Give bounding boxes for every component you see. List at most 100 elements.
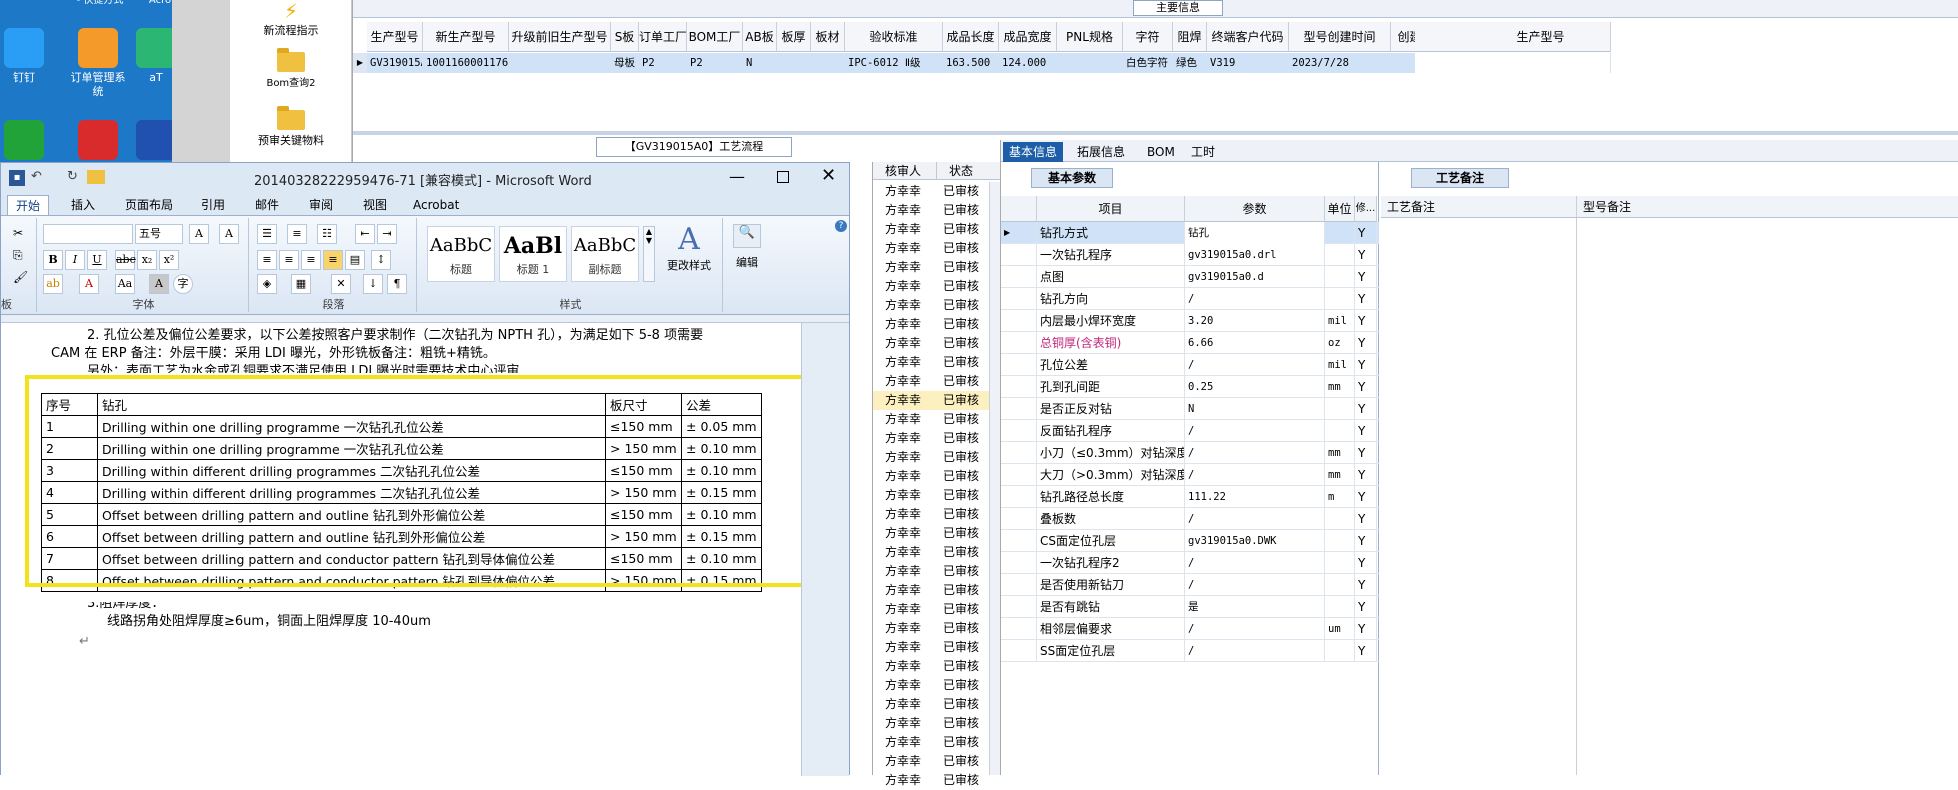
char-shading-icon[interactable]: A: [149, 274, 169, 294]
param-value-header[interactable]: 参数: [1185, 196, 1325, 222]
word-tab[interactable]: 开始: [7, 195, 50, 215]
reviewer-row[interactable]: 方幸幸 已审核: [873, 201, 1001, 220]
reviewer-row[interactable]: 方幸幸 已审核: [873, 334, 1001, 353]
param-cell[interactable]: /: [1185, 420, 1325, 442]
align-left-icon[interactable]: ≡: [257, 250, 277, 270]
param-cell[interactable]: /: [1185, 618, 1325, 640]
main-grid-cell[interactable]: 绿色: [1173, 53, 1207, 73]
param-cell[interactable]: [1325, 288, 1355, 310]
reviewer-row[interactable]: 方幸幸 已审核: [873, 429, 1001, 448]
style-subtitle[interactable]: AaBbC 副标题: [571, 226, 639, 282]
main-grid-header[interactable]: 验收标准: [845, 22, 943, 52]
param-cell[interactable]: /: [1185, 442, 1325, 464]
main-grid-cell[interactable]: [777, 53, 811, 73]
param-row[interactable]: 一次钻孔程序 gv319015a0.drl Y: [1001, 244, 1379, 266]
reviewer-row[interactable]: 方幸幸 已审核: [873, 391, 1001, 410]
param-cell[interactable]: Y: [1355, 332, 1377, 354]
param-cell[interactable]: [1325, 552, 1355, 574]
param-cell[interactable]: Y: [1355, 244, 1377, 266]
main-grid-header[interactable]: 阻焊: [1173, 22, 1207, 52]
justify-icon[interactable]: ≡: [323, 250, 343, 270]
enclose-char-icon[interactable]: 字: [173, 274, 193, 294]
process-remark-header[interactable]: 工艺备注: [1381, 196, 1577, 218]
param-cell[interactable]: /: [1185, 464, 1325, 486]
param-row[interactable]: 点图 gv319015a0.d Y: [1001, 266, 1379, 288]
main-grid-cell[interactable]: [1057, 53, 1123, 73]
process-flow-tab[interactable]: 【GV319015A0】工艺流程: [596, 137, 792, 157]
param-cell[interactable]: oz: [1325, 332, 1355, 354]
param-cell[interactable]: [1325, 508, 1355, 530]
format-painter-icon[interactable]: 🖌: [13, 270, 28, 284]
param-row[interactable]: 钻孔方向 / Y: [1001, 288, 1379, 310]
param-cell[interactable]: [1325, 530, 1355, 552]
show-marks-icon[interactable]: ¶: [387, 274, 407, 294]
param-cell[interactable]: 孔位公差: [1037, 354, 1185, 376]
align-right-icon[interactable]: ≡: [301, 250, 321, 270]
param-cell[interactable]: 钻孔: [1185, 222, 1325, 244]
param-item-header[interactable]: 项目: [1037, 196, 1185, 222]
redo-icon[interactable]: ↻: [67, 169, 78, 184]
word-tab[interactable]: 插入: [63, 195, 103, 215]
desktop-icon[interactable]: [68, 120, 128, 162]
reviewer-row[interactable]: 方幸幸 已审核: [873, 638, 1001, 657]
main-grid-header[interactable]: 板厚: [777, 22, 811, 52]
line-spacing-icon[interactable]: ↕: [371, 250, 391, 270]
word-tab[interactable]: Acrobat: [405, 195, 467, 215]
superscript-icon[interactable]: x²: [159, 250, 179, 270]
pre-review-item[interactable]: 预审关键物料: [230, 106, 352, 148]
row-selector-icon[interactable]: [1001, 464, 1037, 486]
main-grid-cell[interactable]: 124.000: [999, 53, 1057, 73]
param-cell[interactable]: Y: [1355, 398, 1377, 420]
main-grid-header[interactable]: 订单工厂: [639, 22, 687, 52]
param-cell[interactable]: Y: [1355, 354, 1377, 376]
param-row[interactable]: 小刀（≤0.3mm）对钻深度 / mm Y: [1001, 442, 1379, 464]
reviewer-row[interactable]: 方幸幸 已审核: [873, 581, 1001, 600]
minimize-icon[interactable]: —: [729, 167, 745, 186]
main-grid-cell[interactable]: GV319015A0: [367, 53, 423, 73]
param-cell[interactable]: 是否正反对钻: [1037, 398, 1185, 420]
param-row[interactable]: 叠板数 / Y: [1001, 508, 1379, 530]
row-selector-icon[interactable]: [1001, 552, 1037, 574]
param-cell[interactable]: 小刀（≤0.3mm）对钻深度: [1037, 442, 1185, 464]
param-cell[interactable]: 是: [1185, 596, 1325, 618]
param-cell[interactable]: [1325, 398, 1355, 420]
open-folder-icon[interactable]: [87, 170, 105, 184]
main-grid-header[interactable]: 板材: [811, 22, 845, 52]
param-cell[interactable]: [1325, 640, 1355, 662]
desktop-icon[interactable]: aT: [126, 28, 178, 85]
param-row[interactable]: 内层最小焊环宽度 3.20 mil Y: [1001, 310, 1379, 332]
row-selector-icon[interactable]: [1001, 398, 1037, 420]
desktop-icon[interactable]: [0, 120, 54, 162]
param-row[interactable]: 是否有跳钻是 Y: [1001, 596, 1379, 618]
bom-query-item[interactable]: Bom查询2: [230, 48, 352, 89]
word-tab[interactable]: 审阅: [301, 195, 341, 215]
bullets-icon[interactable]: ☰: [257, 224, 277, 244]
reviewer-row[interactable]: 方幸幸 已审核: [873, 505, 1001, 524]
word-tab[interactable]: 引用: [193, 195, 233, 215]
param-cell[interactable]: 是否有跳钻: [1037, 596, 1185, 618]
param-cell[interactable]: Y: [1355, 486, 1377, 508]
main-grid-header[interactable]: 成品宽度: [999, 22, 1057, 52]
row-selector-icon[interactable]: [1001, 530, 1037, 552]
reviewer-row[interactable]: 方幸幸 已审核: [873, 543, 1001, 562]
param-cell[interactable]: /: [1185, 508, 1325, 530]
document-scrollbar[interactable]: [801, 323, 849, 776]
shading-icon[interactable]: ◈: [257, 274, 277, 294]
tab-work-hours[interactable]: 工时: [1185, 142, 1221, 162]
param-cell[interactable]: 111.22: [1185, 486, 1325, 508]
param-cell[interactable]: Y: [1355, 310, 1377, 332]
param-cell[interactable]: 6.66: [1185, 332, 1325, 354]
copy-icon[interactable]: ⎘: [13, 248, 23, 263]
font-char-icon[interactable]: A: [219, 224, 239, 244]
main-grid-header[interactable]: 新生产型号: [423, 22, 509, 52]
param-cell[interactable]: mm: [1325, 464, 1355, 486]
row-selector-icon[interactable]: ▶: [353, 53, 367, 73]
undo-icon[interactable]: ↶: [31, 169, 42, 184]
param-cell[interactable]: [1325, 420, 1355, 442]
param-cell[interactable]: 0.25: [1185, 376, 1325, 398]
param-cell[interactable]: Y: [1355, 596, 1377, 618]
document-page[interactable]: 2. 孔位公差及偏位公差要求，以下公差按照客户要求制作（二次钻孔为 NPTH 孔…: [1, 323, 801, 776]
reviewer-row[interactable]: 方幸幸 已审核: [873, 771, 1001, 790]
param-cell[interactable]: mm: [1325, 376, 1355, 398]
main-grid-cell[interactable]: 10011600011768: [423, 53, 509, 73]
